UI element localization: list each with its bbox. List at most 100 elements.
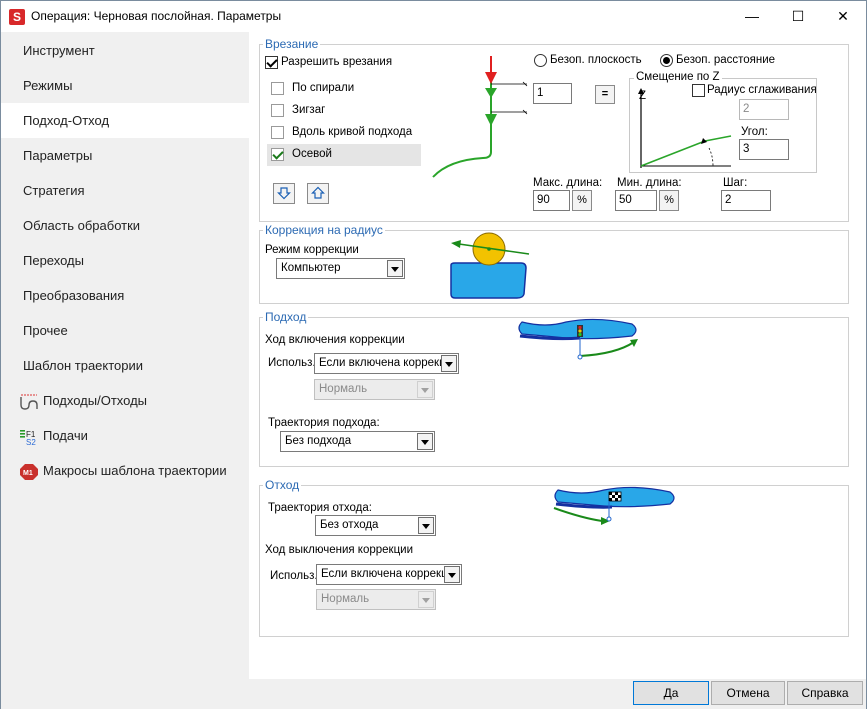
safe-distance-label: Безоп. расстояние: [676, 54, 776, 66]
help-button[interactable]: Справка: [787, 681, 863, 705]
sidebar-item-label: Подходы/Отходы: [43, 393, 148, 408]
max-length-percent-button[interactable]: %: [572, 190, 592, 211]
approach-path-line: [579, 341, 635, 357]
retract-use-label: Использ.: [270, 570, 318, 582]
angle-label: Угол:: [741, 126, 768, 138]
window-title: Операция: Черновая послойная. Параметры: [31, 9, 282, 23]
sidebar-item-path-template-macros[interactable]: M1 Макросы шаблона траектории: [1, 453, 249, 488]
maximize-button[interactable]: ☐: [775, 1, 821, 32]
dialog-footer: Да Отмена Справка: [1, 679, 866, 709]
zigzag-checkbox[interactable]: [271, 104, 284, 117]
sidebar-item-transitions[interactable]: Переходы: [1, 243, 249, 278]
chevron-down-icon: [417, 381, 433, 398]
ramp-top-line: [704, 135, 732, 142]
sidebar-item-label: Преобразования: [23, 288, 125, 303]
min-length-percent-button[interactable]: %: [659, 190, 679, 211]
allow-plunge-checkbox[interactable]: [265, 56, 278, 69]
approach-trajectory-label: Траектория подхода:: [268, 417, 380, 429]
min-length-input[interactable]: 50: [615, 190, 657, 211]
ramp-line: [640, 140, 706, 167]
sidebar-item-transformations[interactable]: Преобразования: [1, 278, 249, 313]
traffic-light-yellow: [578, 329, 582, 333]
plunge-green-arrow-head-1: [485, 88, 497, 98]
minimize-button[interactable]: —: [729, 1, 775, 32]
allow-plunge-label: Разрешить врезания: [281, 56, 393, 68]
sidebar-item-label: Переходы: [23, 253, 84, 268]
sidebar-item-feeds[interactable]: F1 S2 Подачи: [1, 418, 249, 453]
step-input[interactable]: 2: [721, 190, 771, 211]
approach-use-select[interactable]: Если включена коррекц: [314, 353, 459, 374]
along-curve-checkbox[interactable]: [271, 126, 284, 139]
axial-selected-row[interactable]: [267, 144, 421, 166]
safe-plane-radio[interactable]: [534, 54, 547, 67]
sidebar-item-modes[interactable]: Режимы: [1, 68, 249, 103]
sidebar-item-approaches-retracts[interactable]: Подходы/Отходы: [1, 383, 249, 418]
title-bar: S Операция: Черновая послойная. Параметр…: [1, 1, 866, 32]
approach-correction-move-label: Ход включения коррекции: [265, 334, 405, 346]
approach-diagram: [518, 318, 638, 360]
approach-trajectory-select[interactable]: Без подхода: [280, 431, 435, 452]
zigzag-label: Зигзаг: [292, 104, 326, 116]
cancel-button[interactable]: Отмена: [711, 681, 785, 705]
feeds-icon: F1 S2: [20, 429, 36, 446]
spiral-checkbox[interactable]: [271, 82, 284, 95]
correction-mode-select[interactable]: Компьютер: [276, 258, 405, 279]
retract-diagram: [553, 486, 675, 525]
arrow-up-icon: [311, 186, 325, 199]
retract-normal-select[interactable]: Нормаль: [316, 589, 436, 610]
tool-center-point: [487, 247, 491, 251]
safe-distance-input[interactable]: 1: [533, 83, 572, 104]
smoothing-radius-input[interactable]: 2: [739, 99, 789, 120]
retract-use-value: Если включена коррекц: [321, 568, 448, 580]
sidebar-item-tool[interactable]: Инструмент: [1, 33, 249, 68]
retract-use-select[interactable]: Если включена коррекц: [316, 564, 462, 585]
retract-correction-move-label: Ход выключения коррекции: [265, 544, 414, 556]
approach-use-label: Использ.: [268, 357, 316, 369]
axial-checkbox[interactable]: [271, 148, 284, 161]
sidebar-item-label: Режимы: [23, 78, 73, 93]
retract-end-point: [606, 516, 612, 522]
approach-normal-select[interactable]: Нормаль: [314, 379, 435, 400]
macro-m1-icon: M1: [20, 463, 38, 480]
sidebar-item-machining-area[interactable]: Область обработки: [1, 208, 249, 243]
move-up-button[interactable]: [307, 183, 329, 204]
sidebar-item-approach-retract[interactable]: Подход-Отход: [1, 103, 249, 138]
approach-start-point: [577, 354, 583, 360]
sidebar-item-strategy[interactable]: Стратегия: [1, 173, 249, 208]
angle-arc: [708, 147, 714, 167]
plunge-dimension-ticks: [522, 81, 528, 115]
smoothing-radius-label: Радиус сглаживания: [707, 84, 817, 96]
ok-button[interactable]: Да: [633, 681, 709, 705]
axial-label: Осевой: [292, 148, 332, 160]
sidebar-item-label: Макросы шаблона траектории: [43, 463, 227, 478]
angle-input[interactable]: 3: [739, 139, 789, 160]
sidebar-item-path-template[interactable]: Шаблон траектории: [1, 348, 249, 383]
smoothing-radius-checkbox[interactable]: [692, 84, 705, 97]
sidebar-item-label: Стратегия: [23, 183, 85, 198]
max-length-input[interactable]: 90: [533, 190, 570, 211]
retract-trajectory-label: Траектория отхода:: [268, 502, 372, 514]
sidebar-item-label: Шаблон траектории: [23, 358, 144, 373]
sidebar-item-other[interactable]: Прочее: [1, 313, 249, 348]
close-button[interactable]: ✕: [820, 1, 866, 32]
sidebar-item-label: Инструмент: [23, 43, 95, 58]
along-curve-label: Вдоль кривой подхода: [292, 126, 413, 138]
approach-trajectory-value: Без подхода: [285, 435, 352, 447]
approach-normal-value: Нормаль: [319, 383, 368, 395]
traffic-light-green: [578, 332, 582, 337]
min-length-label: Мин. длина:: [617, 177, 682, 189]
plunge-red-arrow-head: [485, 72, 497, 84]
correction-mode-value: Компьютер: [281, 262, 341, 274]
retract-trajectory-select[interactable]: Без отхода: [315, 515, 436, 536]
sidebar-item-parameters[interactable]: Параметры: [1, 138, 249, 173]
move-down-button[interactable]: [273, 183, 295, 204]
retract-path-line: [553, 507, 603, 522]
safe-distance-radio[interactable]: [660, 54, 673, 67]
z-offset-legend: Смещение по Z: [634, 71, 722, 83]
radius-correction-legend: Коррекция на радиус: [263, 223, 385, 237]
macro-icon-text: M1: [23, 470, 33, 477]
approach-use-value: Если включена коррекц: [319, 357, 446, 369]
feeds-icon-s2: S2: [26, 438, 36, 446]
plunge-diagram: [432, 56, 528, 178]
equals-button[interactable]: =: [595, 85, 615, 104]
